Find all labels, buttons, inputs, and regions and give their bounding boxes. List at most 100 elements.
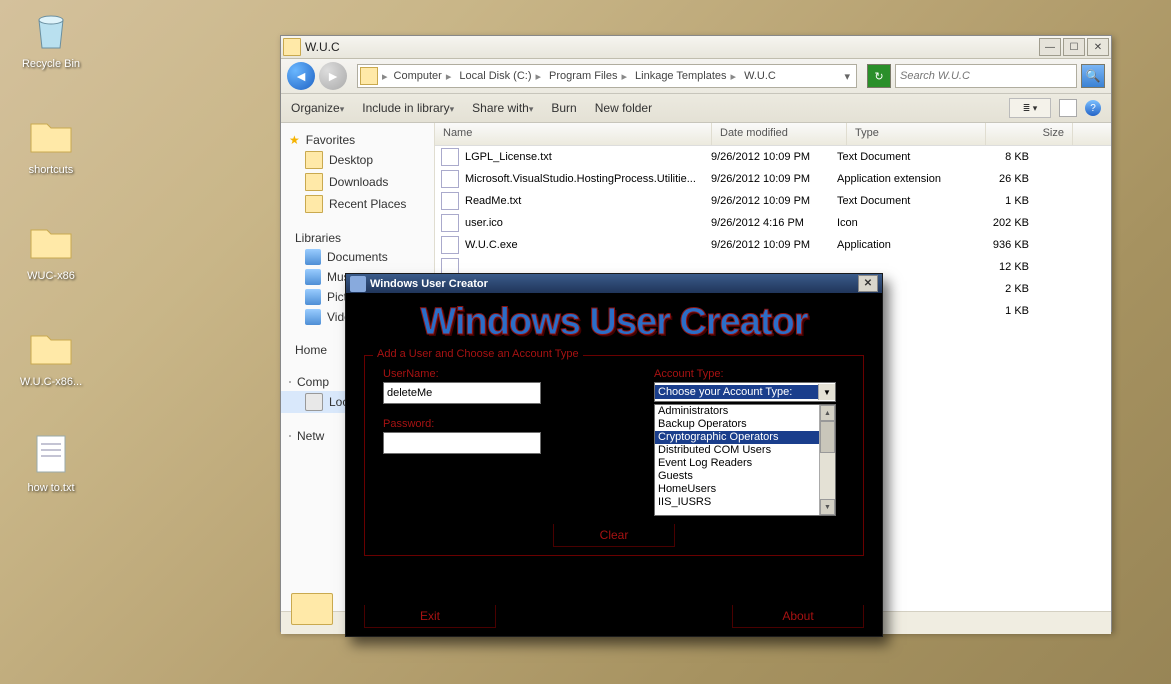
close-button[interactable]: ✕ [1087, 38, 1109, 56]
help-button[interactable]: ? [1085, 100, 1101, 116]
listbox-option[interactable]: Distributed COM Users [655, 444, 835, 457]
listbox-option[interactable]: Administrators [655, 405, 835, 418]
desktop-icon-label: WUC-x86 [14, 270, 88, 282]
file-date: 9/26/2012 10:09 PM [703, 195, 829, 207]
file-row[interactable]: ReadMe.txt9/26/2012 10:09 PMText Documen… [435, 190, 1111, 212]
file-size: 26 KB [959, 173, 1037, 185]
desktop-icon-recycle-bin[interactable]: Recycle Bin [14, 6, 88, 70]
file-size: 8 KB [959, 151, 1037, 163]
col-date[interactable]: Date modified [712, 123, 847, 145]
app-icon [350, 276, 366, 292]
col-size[interactable]: Size [986, 123, 1073, 145]
username-input[interactable] [383, 382, 541, 404]
desktop-icon-wuc-x86-2[interactable]: W.U.C-x86... [14, 324, 88, 388]
nav-favorites-header[interactable]: ★Favorites [281, 131, 434, 149]
groupbox-legend: Add a User and Choose an Account Type [373, 348, 583, 360]
file-size: 1 KB [959, 305, 1037, 317]
col-name[interactable]: Name [435, 123, 712, 145]
password-label: Password: [383, 418, 574, 430]
explorer-search[interactable] [895, 64, 1077, 88]
scrollbar[interactable]: ▲ ▼ [819, 405, 835, 515]
exit-button[interactable]: Exit [364, 605, 496, 628]
search-button[interactable]: 🔍 [1081, 64, 1105, 88]
nav-libraries-header[interactable]: Libraries [281, 229, 434, 247]
file-icon [441, 192, 459, 210]
listbox-option[interactable]: Backup Operators [655, 418, 835, 431]
wuc-titlebar[interactable]: Windows User Creator ✕ [346, 274, 882, 293]
accounttype-label: Account Type: [654, 368, 845, 380]
view-menu[interactable]: ≣ ▾ [1009, 98, 1051, 118]
file-name: W.U.C.exe [465, 239, 703, 251]
listbox-option[interactable]: Guests [655, 470, 835, 483]
accounttype-combo[interactable]: Choose your Account Type: ▼ [654, 382, 836, 402]
file-icon [441, 236, 459, 254]
desktop-icon-shortcuts[interactable]: shortcuts [14, 112, 88, 176]
library-icon [305, 289, 321, 305]
nav-item-desktop[interactable]: Desktop [281, 149, 434, 171]
file-row[interactable]: user.ico9/26/2012 4:16 PMIcon202 KB [435, 212, 1111, 234]
file-icon [441, 148, 459, 166]
share-menu[interactable]: Share with [472, 101, 533, 115]
file-row[interactable]: W.U.C.exe9/26/2012 10:09 PMApplication93… [435, 234, 1111, 256]
chevron-down-icon[interactable]: ▼ [818, 384, 835, 400]
folder-icon [305, 173, 323, 191]
burn-button[interactable]: Burn [551, 101, 576, 115]
file-row[interactable]: LGPL_License.txt9/26/2012 10:09 PMText D… [435, 146, 1111, 168]
window-title: W.U.C [305, 40, 1037, 54]
accounttype-listbox[interactable]: AdministratorsBackup OperatorsCryptograp… [654, 404, 836, 516]
scroll-up-button[interactable]: ▲ [820, 405, 835, 421]
listbox-option[interactable]: Event Log Readers [655, 457, 835, 470]
breadcrumb[interactable]: Linkage Templates [631, 70, 740, 83]
password-input[interactable] [383, 432, 541, 454]
nav-item-recent[interactable]: Recent Places [281, 193, 434, 215]
breadcrumb[interactable]: Program Files [545, 70, 631, 83]
file-name: ReadMe.txt [465, 195, 703, 207]
explorer-navbar: ◄ ► ▸ Computer Local Disk (C:) Program F… [281, 59, 1111, 94]
recycle-bin-icon [27, 6, 75, 54]
file-name: user.ico [465, 217, 703, 229]
column-headers[interactable]: Name Date modified Type Size [435, 123, 1111, 146]
library-icon [305, 309, 321, 325]
address-bar[interactable]: ▸ Computer Local Disk (C:) Program Files… [357, 64, 857, 88]
breadcrumb[interactable]: W.U.C [740, 70, 780, 82]
refresh-button[interactable]: ↻ [867, 64, 891, 88]
file-size: 12 KB [959, 261, 1037, 273]
close-button[interactable]: ✕ [858, 275, 878, 292]
folder-icon [27, 112, 75, 160]
nav-item-downloads[interactable]: Downloads [281, 171, 434, 193]
preview-pane-button[interactable] [1059, 99, 1077, 117]
minimize-button[interactable]: — [1039, 38, 1061, 56]
maximize-button[interactable]: ☐ [1063, 38, 1085, 56]
col-type[interactable]: Type [847, 123, 986, 145]
scroll-down-button[interactable]: ▼ [820, 499, 835, 515]
clear-button[interactable]: Clear [553, 524, 675, 547]
search-input[interactable] [896, 70, 1076, 82]
text-file-icon [27, 430, 75, 478]
about-button[interactable]: About [732, 605, 864, 628]
scroll-thumb[interactable] [820, 421, 835, 453]
file-name: Microsoft.VisualStudio.HostingProcess.Ut… [465, 173, 703, 185]
listbox-option[interactable]: IIS_IUSRS [655, 496, 835, 509]
organize-menu[interactable]: Organize [291, 101, 344, 115]
back-button[interactable]: ◄ [287, 62, 315, 90]
forward-button[interactable]: ► [319, 62, 347, 90]
newfolder-button[interactable]: New folder [595, 101, 652, 115]
desktop-icon-howto[interactable]: how to.txt [14, 430, 88, 494]
nav-item-documents[interactable]: Documents [281, 247, 434, 267]
username-label: UserName: [383, 368, 574, 380]
include-menu[interactable]: Include in library [362, 101, 454, 115]
file-type: Application [829, 239, 959, 251]
listbox-option[interactable]: HomeUsers [655, 483, 835, 496]
breadcrumb[interactable]: Computer [390, 70, 456, 83]
breadcrumb[interactable]: Local Disk (C:) [455, 70, 545, 83]
wuc-title-text: Windows User Creator [370, 278, 488, 290]
file-row[interactable]: Microsoft.VisualStudio.HostingProcess.Ut… [435, 168, 1111, 190]
combo-text: Choose your Account Type: [655, 385, 818, 399]
desktop-icon-wuc-x86[interactable]: WUC-x86 [14, 218, 88, 282]
explorer-titlebar[interactable]: W.U.C — ☐ ✕ [281, 36, 1111, 59]
listbox-option[interactable]: Cryptographic Operators [655, 431, 835, 444]
library-icon [305, 249, 321, 265]
file-type: Text Document [829, 151, 959, 163]
folder-icon [305, 195, 323, 213]
file-type: Text Document [829, 195, 959, 207]
